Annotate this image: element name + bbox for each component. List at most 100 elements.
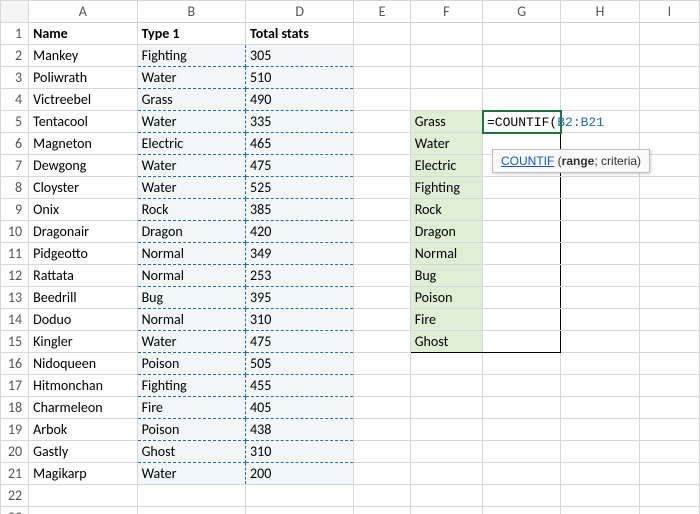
cell-F13[interactable]: Poison (410, 287, 482, 309)
cell-F12[interactable]: Bug (410, 265, 482, 287)
cell-E4[interactable] (354, 89, 410, 111)
row-header-13[interactable]: 13 (1, 287, 29, 309)
cell-D13[interactable]: 395 (246, 287, 354, 309)
cell-E18[interactable] (354, 397, 410, 419)
cell-E6[interactable] (354, 133, 410, 155)
cell-G21[interactable] (483, 463, 561, 485)
cell-D12[interactable]: 253 (246, 265, 354, 287)
cell-F3[interactable] (410, 67, 482, 89)
cell-D14[interactable]: 310 (246, 309, 354, 331)
cell-I15[interactable] (639, 331, 699, 353)
cell-G17[interactable] (483, 375, 561, 397)
cell-F11[interactable]: Normal (410, 243, 482, 265)
cell-E14[interactable] (354, 309, 410, 331)
formula-editor[interactable]: =COUNTIF(B2:B21 (487, 115, 604, 130)
cell-H8[interactable] (561, 177, 639, 199)
cell-A22[interactable] (29, 485, 137, 507)
cell-B8[interactable]: Water (137, 177, 245, 199)
cell-I21[interactable] (639, 463, 699, 485)
cell-I13[interactable] (639, 287, 699, 309)
cell-I1[interactable] (639, 23, 699, 45)
cell-F6[interactable]: Water (410, 133, 482, 155)
cell-B23[interactable] (137, 507, 245, 514)
cell-D7[interactable]: 475 (246, 155, 354, 177)
cell-F14[interactable]: Fire (410, 309, 482, 331)
row-header-10[interactable]: 10 (1, 221, 29, 243)
row-header-16[interactable]: 16 (1, 353, 29, 375)
cell-B1[interactable]: Type 1 (137, 23, 245, 45)
cell-F2[interactable] (410, 45, 482, 67)
cell-F7[interactable]: Electric (410, 155, 482, 177)
cell-D8[interactable]: 525 (246, 177, 354, 199)
cell-B17[interactable]: Fighting (137, 375, 245, 397)
cell-E12[interactable] (354, 265, 410, 287)
cell-G19[interactable] (483, 419, 561, 441)
row-header-7[interactable]: 7 (1, 155, 29, 177)
cell-I12[interactable] (639, 265, 699, 287)
cell-D10[interactable]: 420 (246, 221, 354, 243)
cell-I19[interactable] (639, 419, 699, 441)
row-header-1[interactable]: 1 (1, 23, 29, 45)
cell-E20[interactable] (354, 441, 410, 463)
cell-A3[interactable]: Poliwrath (29, 67, 137, 89)
cell-F10[interactable]: Dragon (410, 221, 482, 243)
cell-I11[interactable] (639, 243, 699, 265)
cell-A23[interactable] (29, 507, 137, 514)
cell-D16[interactable]: 505 (246, 353, 354, 375)
cell-B22[interactable] (137, 485, 245, 507)
spreadsheet-grid[interactable]: A B D E F G H I 1NameType 1Total stats2M… (0, 0, 700, 514)
cell-G4[interactable] (483, 89, 561, 111)
cell-B13[interactable]: Bug (137, 287, 245, 309)
row-header-21[interactable]: 21 (1, 463, 29, 485)
cell-F5[interactable]: Grass (410, 111, 482, 133)
col-header-B[interactable]: B (137, 1, 245, 23)
cell-H14[interactable] (561, 309, 639, 331)
cell-I17[interactable] (639, 375, 699, 397)
select-all-corner[interactable] (1, 1, 29, 23)
cell-G2[interactable] (483, 45, 561, 67)
cell-D4[interactable]: 490 (246, 89, 354, 111)
cell-E7[interactable] (354, 155, 410, 177)
cell-A1[interactable]: Name (29, 23, 137, 45)
cell-B14[interactable]: Normal (137, 309, 245, 331)
cell-E16[interactable] (354, 353, 410, 375)
row-header-22[interactable]: 22 (1, 485, 29, 507)
row-header-20[interactable]: 20 (1, 441, 29, 463)
cell-H23[interactable] (561, 507, 639, 514)
row-header-12[interactable]: 12 (1, 265, 29, 287)
cell-G10[interactable] (483, 221, 561, 243)
cell-A4[interactable]: Victreebel (29, 89, 137, 111)
cell-E17[interactable] (354, 375, 410, 397)
cell-E15[interactable] (354, 331, 410, 353)
cell-G1[interactable] (483, 23, 561, 45)
cell-H12[interactable] (561, 265, 639, 287)
cell-D11[interactable]: 349 (246, 243, 354, 265)
row-header-17[interactable]: 17 (1, 375, 29, 397)
cell-A19[interactable]: Arbok (29, 419, 137, 441)
cell-I18[interactable] (639, 397, 699, 419)
cell-D19[interactable]: 438 (246, 419, 354, 441)
cell-H11[interactable] (561, 243, 639, 265)
cell-E5[interactable] (354, 111, 410, 133)
cell-G12[interactable] (483, 265, 561, 287)
cell-B11[interactable]: Normal (137, 243, 245, 265)
cell-A18[interactable]: Charmeleon (29, 397, 137, 419)
cell-F17[interactable] (410, 375, 482, 397)
cell-H21[interactable] (561, 463, 639, 485)
cell-D5[interactable]: 335 (246, 111, 354, 133)
tooltip-function-link[interactable]: COUNTIF (501, 154, 554, 168)
cell-A5[interactable]: Tentacool (29, 111, 137, 133)
cell-I10[interactable] (639, 221, 699, 243)
cell-E23[interactable] (354, 507, 410, 514)
cell-A20[interactable]: Gastly (29, 441, 137, 463)
cell-E2[interactable] (354, 45, 410, 67)
row-header-8[interactable]: 8 (1, 177, 29, 199)
row-header-3[interactable]: 3 (1, 67, 29, 89)
cell-F18[interactable] (410, 397, 482, 419)
col-header-E[interactable]: E (354, 1, 410, 23)
row-header-9[interactable]: 9 (1, 199, 29, 221)
cell-E8[interactable] (354, 177, 410, 199)
cell-D22[interactable] (246, 485, 354, 507)
cell-D17[interactable]: 455 (246, 375, 354, 397)
row-header-2[interactable]: 2 (1, 45, 29, 67)
